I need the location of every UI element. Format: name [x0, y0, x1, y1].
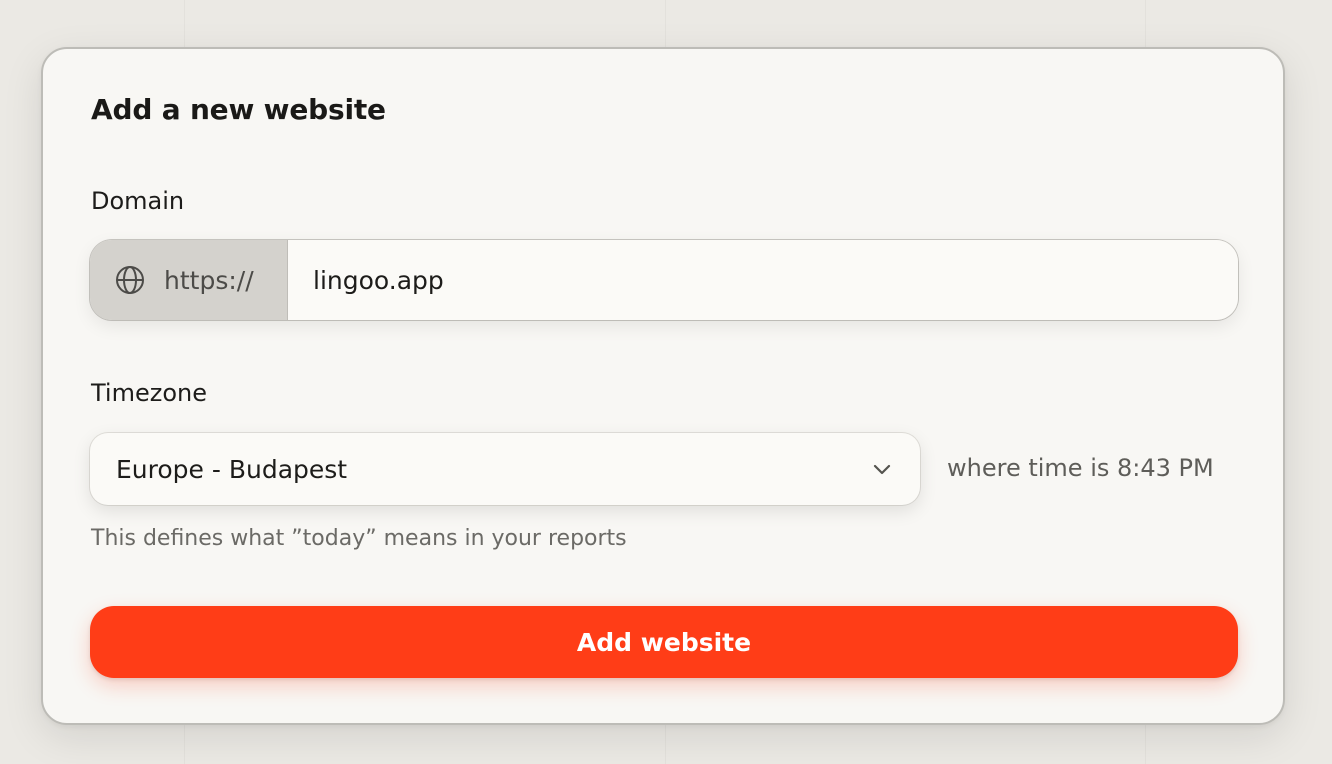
domain-label: Domain: [91, 187, 185, 215]
domain-prefix: https://: [90, 240, 288, 320]
add-website-card: Add a new website Domain https:// Timezo…: [41, 47, 1285, 725]
globe-icon: [114, 264, 146, 296]
domain-input[interactable]: [288, 240, 1238, 320]
timezone-current-time: where time is 8:43 PM: [947, 454, 1214, 482]
domain-prefix-text: https://: [164, 265, 254, 295]
timezone-helper-text: This defines what ”today” means in your …: [91, 526, 627, 551]
domain-field-group: https://: [90, 240, 1238, 320]
timezone-selected-value: Europe - Budapest: [116, 454, 348, 484]
timezone-label: Timezone: [91, 379, 207, 407]
card-title: Add a new website: [91, 93, 386, 126]
add-website-button[interactable]: Add website: [90, 606, 1238, 678]
timezone-select[interactable]: Europe - Budapest: [90, 433, 920, 505]
chevron-down-icon: [870, 457, 894, 481]
